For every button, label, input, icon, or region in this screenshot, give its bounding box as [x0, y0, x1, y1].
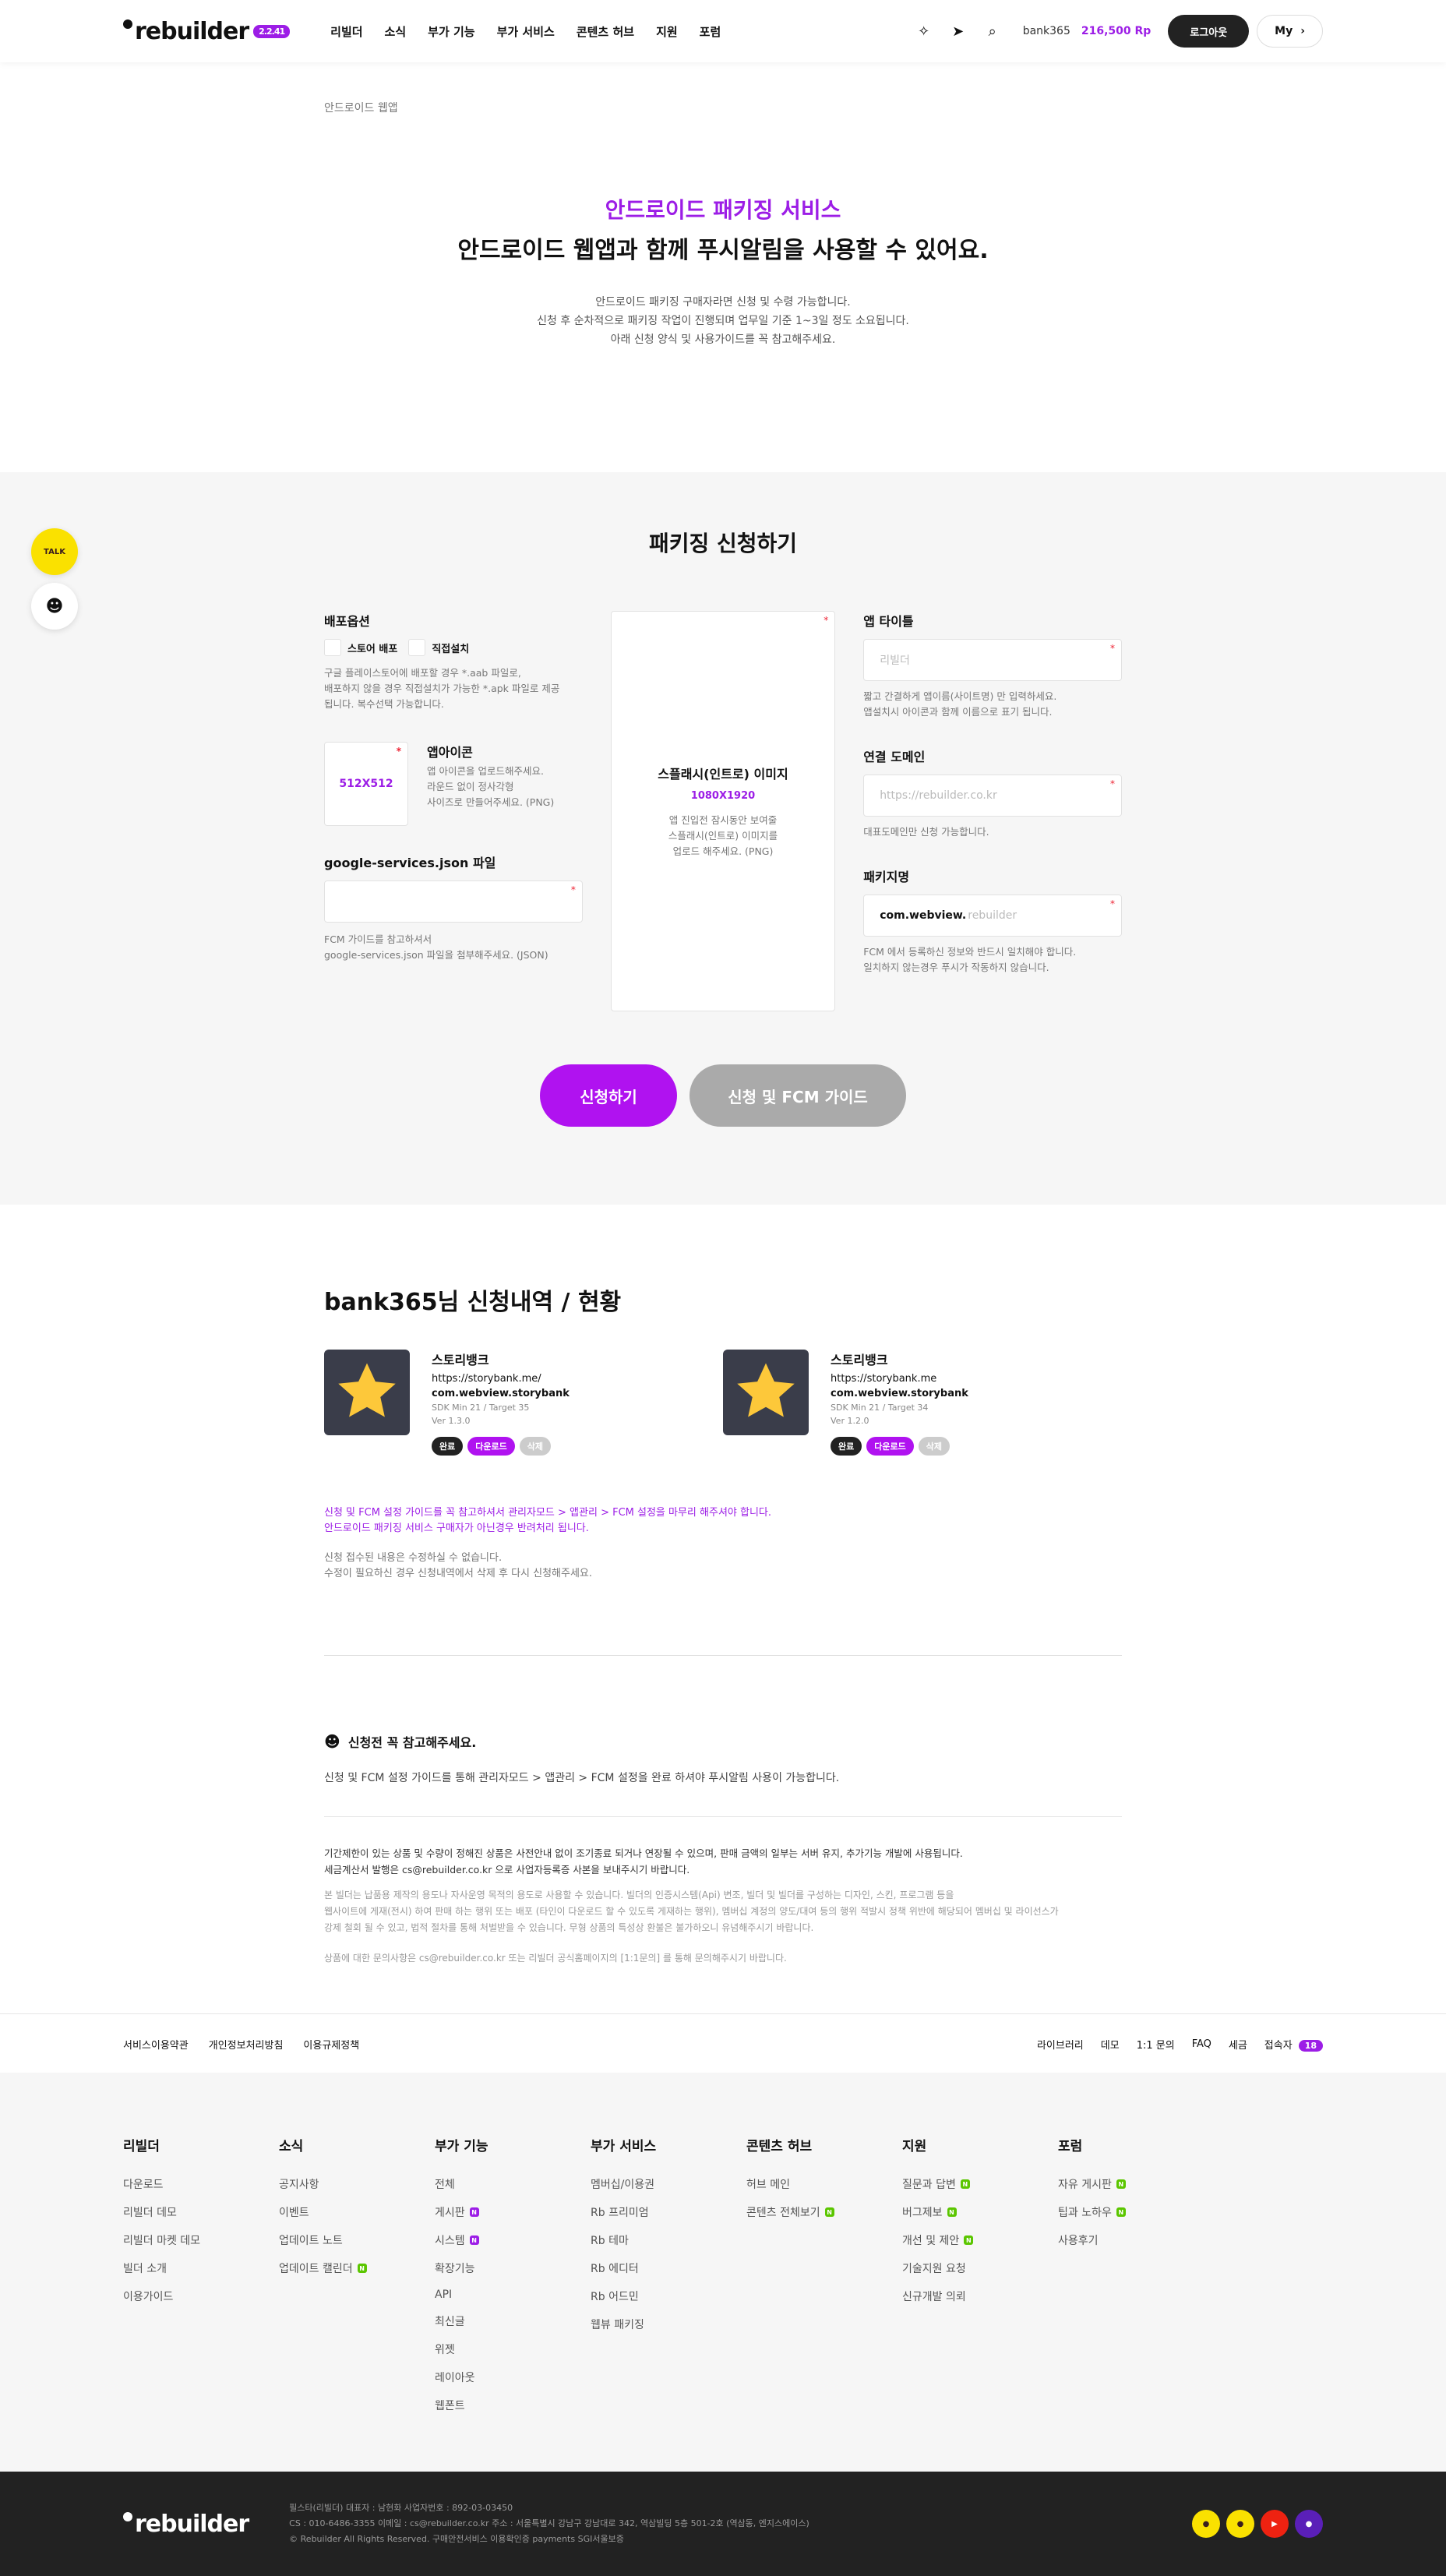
package-name-input[interactable]: com.webview. rebuilder * — [863, 895, 1122, 937]
footer-col-forum: 포럼 자유 게시판 N 팁과 노하우 N 사용후기 — [1058, 2135, 1214, 2426]
nav-content-hub[interactable]: 콘텐츠 허브 — [577, 23, 634, 40]
nav-rebuilder[interactable]: 리빌더 — [330, 23, 362, 40]
footer-col-rebuilder: 리빌더 다운로드 리빌더 데모 리빌더 마켓 데모 빌더 소개 이용가이드 — [123, 2139, 201, 2303]
points: 216,500 Rp — [1081, 25, 1152, 37]
star-icon — [324, 1350, 410, 1435]
star-icon — [723, 1350, 809, 1435]
store-deploy-checkbox[interactable]: 스토어 배포 — [324, 639, 397, 656]
chevron-right-icon: › — [1300, 25, 1305, 37]
intro-section: 안드로이드 웹앱 안드로이드 패키징 서비스 안드로이드 웹앱과 함께 푸시알림… — [0, 62, 1446, 472]
apply-section: 패키징 신청하기 배포옵션 스토어 배포 직접설치 구글 플레이스토어에 배포할… — [0, 472, 1446, 1205]
privacy-link[interactable]: 개인정보처리방침 — [209, 2037, 284, 2052]
nav-addons[interactable]: 부가 기능 — [428, 23, 474, 40]
breadcrumb[interactable]: 안드로이드 웹앱 — [324, 62, 1122, 115]
status-title: bank365님 신청내역 / 현황 — [324, 1289, 622, 1316]
footer-col-addons: 부가 기능 전체 게시판 N 시스템 N 확장기능 API 최신글 위젯 레이아웃 웹폰트 — [435, 2139, 488, 2412]
apply-title: 패키징 신청하기 — [648, 531, 798, 556]
delete-button[interactable]: 삭제 — [519, 1437, 551, 1456]
divider — [324, 1816, 1122, 1817]
download-button[interactable]: 다운로드 — [467, 1437, 515, 1456]
library-link[interactable]: 라이브러리 — [1037, 2037, 1084, 2052]
status-notes: 신청 및 FCM 설정 가이드를 꼭 참고하셔서 관리자모드 > 앱관리 > F… — [324, 1507, 772, 1579]
main-nav: 리빌더 소식 부가 기능 부가 서비스 콘텐츠 허브 지원 포럼 — [330, 23, 721, 40]
logout-button[interactable]: 로그아웃 — [1168, 15, 1250, 48]
terms-link[interactable]: 서비스이용약관 — [123, 2037, 189, 2052]
intro-desc: 안드로이드 패키징 구매자라면 신청 및 수령 가능합니다. 신청 후 순차적으… — [537, 296, 909, 346]
policy-link[interactable]: 이용규제정책 — [303, 2037, 359, 2052]
version-badge: 2.2.41 — [253, 24, 291, 38]
inquiry-link[interactable]: 1:1 문의 — [1137, 2037, 1175, 2052]
nav-news[interactable]: 소식 — [385, 23, 407, 40]
status-badge: 완료 — [831, 1437, 862, 1456]
chat-icon: ☻ — [45, 596, 64, 616]
footer-col-support: 지원 질문과 답변 N 버그제보 N 개선 및 제안 N 기술지원 요청 신규개발 의뢰 — [902, 2135, 1058, 2426]
page-title: 안드로이드 패키징 서비스 — [605, 197, 841, 223]
visitors[interactable]: 접속자 18 — [1264, 2037, 1323, 2052]
domain-input[interactable]: https://rebuilder.co.kr * — [863, 775, 1122, 817]
demo-link[interactable]: 데모 — [1101, 2037, 1120, 2052]
footer-col-news: 소식 공지사항 이벤트 업데이트 노트 업데이트 캘린더 N — [279, 2135, 435, 2426]
search-icon[interactable]: ⌕ — [984, 23, 1001, 40]
username: bank365 — [1022, 25, 1070, 37]
site-header: rebuilder 2.2.41 리빌더 소식 부가 기능 부가 서비스 콘텐츠 … — [0, 0, 1446, 62]
app-title-input[interactable]: 리빌더 * — [863, 639, 1122, 681]
kakao-talk-button[interactable]: TALK — [31, 528, 78, 575]
direct-install-checkbox[interactable]: 직접설치 — [408, 639, 469, 656]
site-footer: 서비스이용약관 개인정보처리방침 이용규제정책 라이브러리 데모 1:1 문의 … — [0, 2013, 1446, 2576]
submit-button[interactable]: 신청하기 — [540, 1064, 677, 1127]
kakao-talk-icon[interactable]: ● — [1226, 2510, 1254, 2538]
page-subtitle: 안드로이드 웹앱과 함께 푸시알림을 사용할 수 있어요. — [457, 237, 989, 264]
my-button[interactable]: My › — [1257, 15, 1323, 48]
nav-services[interactable]: 부가 서비스 — [497, 23, 555, 40]
footer-col-services: 부가 서비스 멤버십/이용권 Rb 프리미엄 Rb 테마 Rb 에디터 Rb 어드민 웹뷰… — [591, 2139, 657, 2331]
nav-support[interactable]: 지원 — [656, 23, 678, 40]
status-badge: 완료 — [432, 1437, 464, 1456]
chat-icon: ☻ — [324, 1732, 340, 1751]
logo[interactable]: rebuilder 2.2.41 — [123, 18, 291, 45]
faq-link[interactable]: FAQ — [1192, 2038, 1211, 2050]
app-icon-upload[interactable]: * 512X512 — [324, 742, 408, 826]
footer-logo[interactable]: rebuilder — [123, 2511, 249, 2538]
app-card: 스토리뱅크 https://storybank.me/ com.webview.… — [324, 1350, 723, 1456]
youtube-icon[interactable]: ▶ — [1261, 2510, 1289, 2538]
status-section: bank365님 신청내역 / 현황 스토리뱅크 https://storyba… — [0, 1205, 1446, 1967]
nav-forum[interactable]: 포럼 — [700, 23, 721, 40]
guide-button[interactable]: 신청 및 FCM 가이드 — [689, 1064, 906, 1127]
company-info: 필스타(리빌더) 대표자 : 남현화 사업자번호 : 892-03-03450 C… — [289, 2503, 809, 2544]
download-button[interactable]: 다운로드 — [866, 1437, 914, 1456]
google-services-upload[interactable]: * — [324, 880, 583, 923]
app-card: 스토리뱅크 https://storybank.me com.webview.s… — [723, 1350, 1122, 1456]
pin-icon[interactable]: ✧ — [915, 23, 933, 40]
sir-icon[interactable]: ● — [1295, 2510, 1323, 2538]
splash-image-upload[interactable]: * 스플래시(인트로) 이미지 1080X1920 앱 진입전 잠시동안 보여줄… — [610, 611, 836, 1011]
kakao-icon[interactable]: ● — [1192, 2510, 1220, 2538]
send-icon[interactable]: ➤ — [950, 23, 967, 40]
chat-bot-button[interactable]: ☻ — [31, 583, 78, 630]
notice: ☻ 신청전 꼭 참고해주세요. 신청 및 FCM 설정 가이드를 통해 관리자모드… — [324, 1656, 1122, 1967]
footer-col-hub: 콘텐츠 허브 허브 메인 콘텐츠 전체보기 N — [746, 2135, 902, 2426]
tax-link[interactable]: 세금 — [1229, 2037, 1247, 2052]
delete-button[interactable]: 삭제 — [918, 1437, 950, 1456]
